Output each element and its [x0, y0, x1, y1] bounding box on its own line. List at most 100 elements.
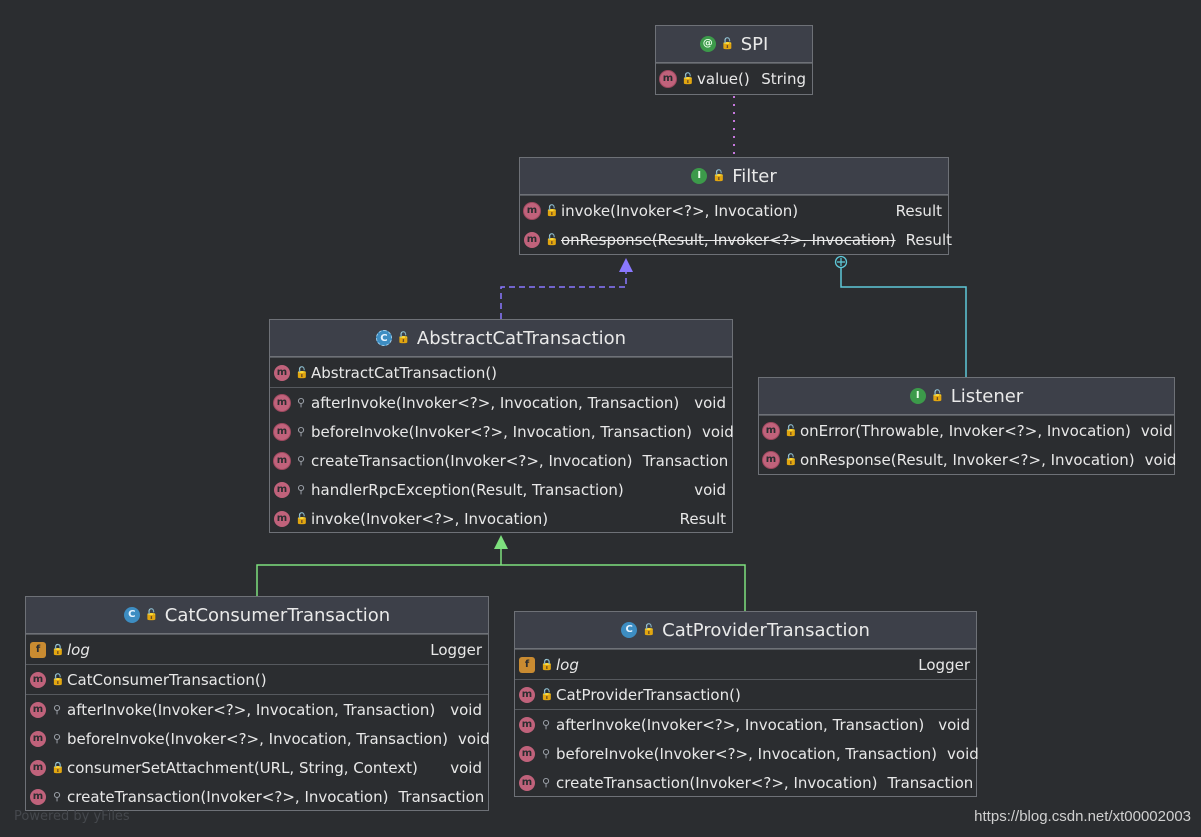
member-row[interactable]: m 🔓 AbstractCatTransaction()	[270, 358, 732, 387]
method-icon: m	[274, 510, 290, 527]
package-private-icon: ⚲	[52, 702, 62, 716]
class-title: SPI	[740, 33, 769, 55]
member-row[interactable]: f 🔒 log Logger	[515, 650, 976, 679]
member-type: void	[450, 758, 482, 777]
method-icon: m	[524, 231, 540, 248]
class-box-listener[interactable]: I 🔓 Listener m 🔓 onError(Throwable, Invoke…	[758, 377, 1177, 475]
public-icon: 🔓	[784, 452, 798, 466]
annotation-icon: @	[699, 36, 716, 52]
watermark-powered-by: Powered by yFiles	[14, 809, 130, 824]
interface-icon: I	[691, 168, 708, 184]
watermark-url: https://blog.csdn.net/xt00002003	[974, 808, 1191, 825]
class-title: Filter	[732, 165, 777, 187]
method-icon: m	[519, 686, 535, 703]
member-type: Transaction	[642, 451, 729, 470]
method-icon: m	[30, 671, 46, 688]
member-type: Result	[679, 509, 726, 528]
class-box-abstract-cat-transaction[interactable]: C 🔓 AbstractCatTransaction m 🔓 AbstractCat…	[269, 319, 734, 533]
member-name: beforeInvoke(Invoker<?>, Invocation, Tra…	[556, 744, 938, 763]
class-title: CatProviderTransaction	[662, 619, 870, 641]
member-row[interactable]: m 🔓 CatConsumerTransaction()	[26, 665, 488, 694]
package-private-icon: ⚲	[541, 775, 551, 789]
member-row[interactable]: m ⚲ beforeInvoke(Invoker<?>, Invocation, …	[270, 417, 734, 446]
member-row[interactable]: m ⚲ beforeInvoke(Invoker<?>, Invocation, …	[515, 739, 979, 768]
member-row[interactable]: m ⚲ createTransaction(Invoker<?>, Invocat…	[270, 446, 732, 475]
public-icon: 🔓	[295, 511, 309, 525]
member-row[interactable]: m ⚲ handlerRpcException(Result, Transacti…	[270, 475, 732, 504]
member-row[interactable]: m 🔓 CatProviderTransaction()	[515, 680, 976, 709]
arrow-extends-head	[494, 535, 508, 549]
member-name: beforeInvoke(Invoker<?>, Invocation, Tra…	[67, 729, 449, 748]
member-row[interactable]: m ⚲ afterInvoke(Invoker<?>, Invocation, T…	[270, 388, 732, 417]
member-name: value()	[697, 69, 750, 88]
member-row[interactable]: m ⚲ afterInvoke(Invoker<?>, Invocation, T…	[26, 695, 488, 724]
member-type: void	[450, 700, 482, 719]
class-header-spi: @ 🔓 SPI	[656, 26, 812, 63]
member-name: createTransaction(Invoker<?>, Invocation…	[311, 451, 633, 470]
inner-class-marker	[834, 255, 848, 269]
member-row[interactable]: m 🔓 invoke(Invoker<?>, Invocation) Result	[270, 504, 732, 533]
member-name: afterInvoke(Invoker<?>, Invocation, Tran…	[556, 715, 925, 734]
member-row[interactable]: m 🔒 consumerSetAttachment(URL, String, Co…	[26, 753, 488, 782]
public-icon: 🔓	[545, 203, 559, 217]
class-header-cat-consumer-transaction: C 🔓 CatConsumerTransaction	[26, 597, 488, 634]
member-type: void	[694, 480, 726, 499]
private-icon: 🔒	[51, 642, 65, 656]
public-icon: 🔓	[51, 672, 65, 686]
member-name: afterInvoke(Invoker<?>, Invocation, Tran…	[311, 393, 680, 412]
member-name: handlerRpcException(Result, Transaction)	[311, 480, 624, 499]
member-row[interactable]: m ⚲ beforeInvoke(Invoker<?>, Invocation, …	[26, 724, 490, 753]
edge-provider-extends-abstract	[501, 564, 746, 611]
abstract-class-icon: C	[375, 330, 392, 346]
member-row[interactable]: m 🔓 onError(Throwable, Invoker<?>, Invoca…	[759, 416, 1174, 445]
edge-consumer-extends-abstract	[256, 564, 501, 596]
public-icon: 🔓	[144, 608, 159, 621]
member-row[interactable]: m 🔓 onResponse(Result, Invoker<?>, Invoca…	[759, 445, 1177, 474]
member-row[interactable]: m 🔓 value() String	[656, 64, 812, 93]
class-icon: C	[123, 607, 140, 623]
private-icon: 🔒	[540, 657, 554, 671]
package-private-icon: ⚲	[52, 789, 62, 803]
member-type: void	[702, 422, 734, 441]
class-header-listener: I 🔓 Listener	[759, 378, 1174, 415]
member-name: AbstractCatTransaction()	[311, 363, 498, 382]
class-box-filter[interactable]: I 🔓 Filter m 🔓 invoke(Invoker<?>, Invocati…	[519, 157, 952, 255]
public-icon: 🔓	[930, 389, 945, 402]
member-type: void	[694, 393, 726, 412]
member-row[interactable]: m ⚲ createTransaction(Invoker<?>, Invocat…	[515, 768, 976, 797]
member-type: Result	[905, 230, 952, 249]
member-name: onResponse(Result, Invoker<?>, Invocatio…	[800, 450, 1135, 469]
member-name: afterInvoke(Invoker<?>, Invocation, Tran…	[67, 700, 436, 719]
edge-abstract-implements-filter	[500, 272, 627, 319]
member-row[interactable]: m ⚲ afterInvoke(Invoker<?>, Invocation, T…	[515, 710, 976, 739]
member-row[interactable]: m ⚲ createTransaction(Invoker<?>, Invocat…	[26, 782, 488, 811]
package-private-icon: ⚲	[296, 424, 306, 438]
class-box-cat-consumer-transaction[interactable]: C 🔓 CatConsumerTransaction f 🔒 log Logger …	[25, 596, 490, 811]
member-type: void	[947, 744, 979, 763]
public-icon: 🔓	[295, 365, 309, 379]
package-private-icon: ⚲	[296, 482, 306, 496]
member-name: CatProviderTransaction()	[556, 685, 741, 704]
method-icon: m	[660, 70, 676, 87]
private-icon: 🔒	[51, 760, 65, 774]
member-row[interactable]: m 🔓 onResponse(Result, Invoker<?>, Invoca…	[520, 225, 952, 254]
arrow-implements-head	[619, 258, 633, 272]
member-name: log	[556, 655, 579, 674]
member-type: Result	[895, 201, 942, 220]
method-icon: m	[274, 364, 290, 381]
class-title: AbstractCatTransaction	[416, 327, 627, 349]
package-private-icon: ⚲	[296, 453, 306, 467]
class-box-spi[interactable]: @ 🔓 SPI m 🔓 value() String	[655, 25, 813, 95]
member-row[interactable]: m 🔓 invoke(Invoker<?>, Invocation) Result	[520, 196, 948, 225]
member-name-deprecated: onResponse(Result, Invoker<?>, Invocatio…	[561, 230, 896, 249]
member-name: beforeInvoke(Invoker<?>, Invocation, Tra…	[311, 422, 693, 441]
field-icon: f	[519, 656, 535, 673]
class-box-cat-provider-transaction[interactable]: C 🔓 CatProviderTransaction f 🔒 log Logger …	[514, 611, 979, 797]
member-row[interactable]: f 🔒 log Logger	[26, 635, 488, 664]
member-type: void	[938, 715, 970, 734]
method-icon: m	[524, 202, 540, 219]
member-name: invoke(Invoker<?>, Invocation)	[561, 201, 799, 220]
member-type: Logger	[918, 655, 970, 674]
member-type: Transaction	[887, 773, 974, 792]
member-type: void	[1144, 450, 1177, 469]
